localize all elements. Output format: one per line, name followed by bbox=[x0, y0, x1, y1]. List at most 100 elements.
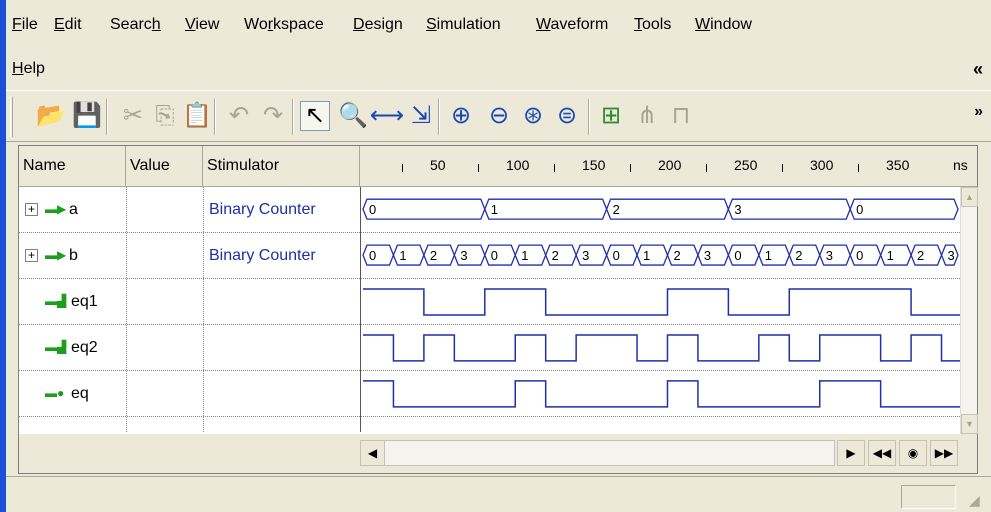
save-disk-icon[interactable]: 💾 bbox=[72, 101, 102, 131]
rewind-icon[interactable]: ◀◀ bbox=[868, 440, 896, 466]
time-ruler[interactable]: 50 100 150 200 250 300 350 ns bbox=[360, 146, 977, 186]
select-pointer-icon[interactable]: ↖ bbox=[300, 101, 330, 131]
copy-icon[interactable]: ⎘ bbox=[150, 101, 180, 131]
waveform-grid: Name Value Stimulator 50 100 150 200 250 300 3… bbox=[18, 145, 978, 435]
signal-input-bus-icon: ▬▶ bbox=[45, 248, 67, 262]
signal-stimulator[interactable]: Binary Counter bbox=[209, 187, 316, 232]
bus-segment bbox=[819, 244, 851, 266]
status-bar: ◢ bbox=[6, 476, 991, 512]
bus-segment bbox=[544, 244, 577, 266]
bus-value: 0 bbox=[613, 248, 620, 263]
menu-chevron-icon[interactable]: « bbox=[973, 58, 983, 80]
fast-forward-icon[interactable]: ▶▶ bbox=[930, 440, 958, 466]
bus-value: 3 bbox=[460, 248, 467, 263]
ruler-tick-label: 50 bbox=[430, 157, 446, 173]
signal-output-icon: ▬● bbox=[45, 386, 65, 400]
bus-value: 3 bbox=[826, 248, 833, 263]
scroll-down-arrow-icon[interactable]: ▼ bbox=[961, 414, 978, 434]
menu-waveform[interactable]: Waveform bbox=[536, 14, 608, 36]
bus-segment bbox=[636, 244, 669, 266]
bus-value: 3 bbox=[704, 248, 711, 263]
time-measure-icon[interactable]: ⟷ bbox=[370, 101, 404, 131]
signal-input-bus-icon: ▬▶ bbox=[45, 202, 67, 216]
horizontal-scrollbar[interactable]: ◀ bbox=[360, 440, 835, 466]
bus-segment bbox=[362, 244, 395, 266]
bus-value: 2 bbox=[613, 202, 620, 217]
menu-design[interactable]: Design bbox=[353, 14, 403, 36]
menu-window[interactable]: Window bbox=[695, 14, 752, 36]
waveform-area[interactable]: 0 1 2 3 0 0 1 2 3 0 1 2 3 0 1 2 3 0 1 2 3 0 1 2 3 bbox=[360, 187, 960, 432]
ruler-tick bbox=[478, 164, 479, 172]
bus-value: 1 bbox=[887, 248, 894, 263]
menu-file[interactable]: File bbox=[12, 14, 38, 36]
column-name-header[interactable]: Name bbox=[19, 146, 126, 186]
signal-stimulator[interactable]: Binary Counter bbox=[209, 233, 316, 278]
vertical-scrollbar[interactable]: ▲ ▼ bbox=[960, 187, 978, 434]
column-value-header[interactable]: Value bbox=[126, 146, 203, 186]
cut-icon[interactable]: ✂ bbox=[118, 101, 148, 131]
signal-name: a bbox=[69, 201, 78, 218]
bus-segment bbox=[453, 244, 486, 266]
bus-value: 0 bbox=[856, 202, 863, 217]
add-signal-icon[interactable]: ⊞ bbox=[596, 101, 626, 131]
signal-name: eq bbox=[71, 385, 89, 402]
bus-value: 0 bbox=[734, 248, 741, 263]
menu-search[interactable]: Search bbox=[110, 14, 161, 36]
ruler-tick-label: 150 bbox=[582, 157, 606, 173]
bus-segment bbox=[666, 244, 699, 266]
expand-icon[interactable]: + bbox=[25, 203, 38, 216]
signal-select-icon[interactable]: ⇲ bbox=[406, 101, 436, 131]
redo-icon[interactable]: ↷ bbox=[258, 101, 288, 131]
zoom-icon[interactable]: 🔍 bbox=[338, 101, 368, 131]
menu-workspace[interactable]: Workspace bbox=[244, 14, 324, 36]
menu-help[interactable]: Help bbox=[12, 58, 45, 80]
signal-name: eq1 bbox=[71, 293, 98, 310]
bus-value: 1 bbox=[399, 248, 406, 263]
bus-segment bbox=[575, 244, 608, 266]
menu-edit[interactable]: Edit bbox=[54, 14, 82, 36]
toolbar-grip[interactable] bbox=[10, 97, 13, 137]
ruler-tick bbox=[630, 164, 631, 172]
waveform-control-bar: ◀ ▶ ◀◀ ◉ ▶▶ bbox=[18, 434, 978, 474]
ruler-tick-label: 350 bbox=[886, 157, 910, 173]
menu-tools[interactable]: Tools bbox=[634, 14, 671, 36]
bus-segment bbox=[605, 244, 638, 266]
zoom-in-icon[interactable]: ⊕ bbox=[446, 101, 476, 131]
ruler-tick-label: 250 bbox=[734, 157, 758, 173]
toolbar-overflow-chevron-icon[interactable]: » bbox=[974, 103, 983, 121]
stop-icon[interactable]: ◉ bbox=[899, 440, 927, 466]
undo-icon[interactable]: ↶ bbox=[224, 101, 254, 131]
application-window: File Edit Search View Workspace Design Simulat… bbox=[6, 0, 991, 512]
signal-name: b bbox=[69, 247, 78, 264]
resize-grip-icon[interactable]: ◢ bbox=[969, 492, 987, 510]
signal-bus-icon[interactable]: ⋔ bbox=[632, 101, 662, 131]
ruler-tick bbox=[706, 164, 707, 172]
bus-value: 2 bbox=[917, 248, 924, 263]
bus-value: 2 bbox=[552, 248, 559, 263]
bus-segment bbox=[910, 244, 943, 266]
ruler-tick bbox=[402, 164, 403, 172]
hierarchy-icon[interactable]: ⊓ bbox=[666, 101, 696, 131]
open-folder-icon[interactable]: 📂 bbox=[36, 101, 66, 131]
bus-value: 0 bbox=[856, 248, 863, 263]
signal-internal-icon: ▬▟ bbox=[45, 294, 67, 308]
column-stimulator-header[interactable]: Stimulator bbox=[203, 146, 360, 186]
play-icon[interactable]: ▶ bbox=[837, 440, 865, 466]
bus-value: 1 bbox=[643, 248, 650, 263]
scroll-up-arrow-icon[interactable]: ▲ bbox=[961, 187, 978, 207]
digital-waveform bbox=[362, 380, 960, 408]
zoom-fit-icon[interactable]: ⊜ bbox=[552, 101, 582, 131]
paste-icon[interactable]: 📋 bbox=[182, 101, 212, 131]
column-divider bbox=[203, 187, 204, 432]
bus-segment bbox=[514, 244, 547, 266]
zoom-out-icon[interactable]: ⊖ bbox=[484, 101, 514, 131]
expand-icon[interactable]: + bbox=[25, 249, 38, 262]
bus-segment bbox=[423, 244, 456, 266]
menu-view[interactable]: View bbox=[185, 14, 219, 36]
bus-value: 0 bbox=[491, 248, 498, 263]
bus-segment bbox=[758, 244, 790, 266]
menu-simulation[interactable]: Simulation bbox=[426, 14, 501, 36]
bus-value: 3 bbox=[948, 248, 955, 263]
zoom-region-icon[interactable]: ⊛ bbox=[518, 101, 548, 131]
scroll-left-arrow-icon[interactable]: ◀ bbox=[361, 441, 385, 465]
